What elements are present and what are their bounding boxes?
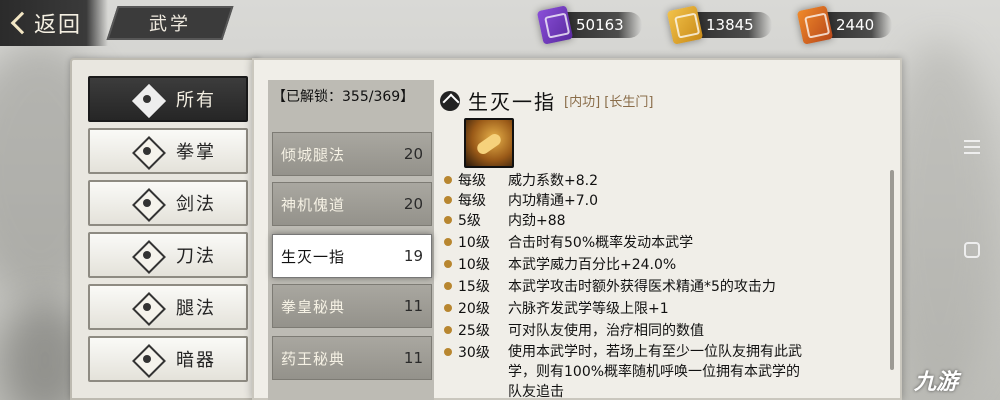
chevron-left-icon [10, 12, 26, 34]
effect-level: 5级 [458, 213, 481, 229]
effect-level: 30级 [458, 345, 490, 361]
effect-text: 威力系数+8.2 [508, 173, 598, 189]
skill-name: 药王秘典 [281, 349, 346, 368]
skill-name: 生灭一指 [281, 247, 346, 266]
fist-icon [132, 136, 162, 166]
effect-row: 5级 内劲+88 [444, 210, 566, 230]
effect-row: 25级 可对队友使用，治疗相同的数值 [444, 320, 704, 340]
bullet-icon [444, 260, 452, 268]
all-icon [132, 84, 162, 114]
category-fist[interactable]: 拳掌 [88, 128, 248, 174]
skill-list-item[interactable]: 药王秘典 11 [272, 336, 432, 380]
effect-text: 内功精通+7.0 [508, 193, 598, 209]
effect-row: 每级 内功精通+7.0 [444, 190, 598, 210]
top-bar: 返回 武学 50163 13845 2440 [0, 0, 1000, 48]
skill-tags: [内功] [长生门] [564, 95, 654, 110]
effect-text: 内劲+88 [508, 213, 566, 229]
skill-level: 11 [403, 349, 423, 367]
category-panel: 所有 拳掌 剑法 刀法 腿法 暗器 [70, 58, 260, 400]
category-blade[interactable]: 刀法 [88, 232, 248, 278]
skill-list-item-selected[interactable]: 生灭一指 19 [272, 234, 432, 278]
back-label: 返回 [34, 13, 83, 38]
bullet-icon [444, 238, 452, 246]
currency-value: 13845 [694, 12, 772, 38]
sword-icon [132, 188, 162, 218]
category-label: 剑法 [176, 194, 216, 215]
effect-row: 20级 六脉齐发武学等级上限+1 [444, 298, 669, 318]
effect-row: 10级 本武学威力百分比+24.0% [444, 254, 676, 274]
skill-name: 神机傀道 [281, 195, 346, 214]
currency-gold[interactable]: 13845 [666, 5, 772, 45]
currency-orange[interactable]: 2440 [796, 5, 893, 45]
skill-list-item[interactable]: 拳皇秘典 11 [272, 284, 432, 328]
category-label: 刀法 [176, 246, 216, 267]
bullet-icon [444, 216, 452, 224]
category-label: 暗器 [176, 350, 216, 371]
neigong-type-icon [440, 90, 460, 111]
effect-row: 每级 威力系数+8.2 [444, 170, 598, 190]
page-title: 武学 [149, 14, 191, 35]
skill-list-item[interactable]: 倾城腿法 20 [272, 132, 432, 176]
effect-text: 六脉齐发武学等级上限+1 [508, 301, 669, 317]
effect-level: 10级 [458, 257, 490, 273]
effect-text: 使用本武学时，若场上有至少一位队友拥有此武学，则有100%概率随机呼唤一位拥有本… [508, 344, 802, 400]
category-kick[interactable]: 腿法 [88, 284, 248, 330]
bullet-icon [444, 304, 452, 312]
category-label: 拳掌 [176, 142, 216, 163]
menu-icon[interactable] [964, 140, 980, 154]
skill-portrait-icon [464, 118, 514, 168]
page-title-tab: 武学 [106, 6, 234, 40]
category-all[interactable]: 所有 [88, 76, 248, 122]
skill-list-item[interactable]: 神机傀道 20 [272, 182, 432, 226]
effect-level: 15级 [458, 279, 490, 295]
detail-scrollbar[interactable] [890, 170, 894, 370]
unlocked-count: 【已解锁：355/369】 [272, 89, 415, 105]
category-label: 所有 [176, 90, 216, 111]
bullet-icon [444, 348, 452, 356]
effect-level: 25级 [458, 323, 490, 339]
back-button[interactable]: 返回 [0, 0, 108, 46]
effect-text: 合击时有50%概率发动本武学 [508, 235, 694, 251]
bullet-icon [444, 176, 452, 184]
bullet-icon [444, 282, 452, 290]
effect-text: 可对队友使用，治疗相同的数值 [508, 323, 704, 339]
system-nav-bar [940, 0, 1000, 400]
effect-row: 10级 合击时有50%概率发动本武学 [444, 232, 693, 252]
skill-title: 生灭一指 [468, 90, 556, 114]
skill-name: 倾城腿法 [281, 145, 346, 164]
currency-purple[interactable]: 50163 [536, 5, 642, 45]
blade-icon [132, 240, 162, 270]
watermark-logo: 九游 [914, 370, 959, 395]
effect-level: 每级 [458, 193, 486, 209]
skill-level: 19 [403, 247, 423, 265]
effect-text: 本武学攻击时额外获得医术精通*5的攻击力 [508, 279, 776, 295]
currency-value: 2440 [824, 12, 893, 38]
currency-value: 50163 [564, 12, 642, 38]
kick-icon [132, 292, 162, 322]
detail-header: 生灭一指 [内功] [长生门] [440, 86, 653, 115]
effect-row: 15级 本武学攻击时额外获得医术精通*5的攻击力 [444, 276, 776, 296]
skill-level: 20 [403, 145, 423, 163]
effect-level: 每级 [458, 173, 486, 189]
skill-detail: 生灭一指 [内功] [长生门] 每级 威力系数+8.2 每级 内功精通+7.0 … [440, 84, 900, 400]
effect-level: 10级 [458, 235, 490, 251]
effect-row: 30级 使用本武学时，若场上有至少一位队友拥有此武学，则有100%概率随机呼唤一… [444, 342, 808, 400]
category-sword[interactable]: 剑法 [88, 180, 248, 226]
effect-text: 本武学威力百分比+24.0% [508, 257, 677, 273]
dart-icon [132, 344, 162, 374]
skill-name: 拳皇秘典 [281, 297, 346, 316]
skill-level: 20 [403, 195, 423, 213]
category-label: 腿法 [176, 298, 216, 319]
skill-level: 11 [403, 297, 423, 315]
effect-level: 20级 [458, 301, 490, 317]
category-dart[interactable]: 暗器 [88, 336, 248, 382]
bullet-icon [444, 326, 452, 334]
home-square-icon[interactable] [964, 242, 980, 258]
bullet-icon [444, 196, 452, 204]
